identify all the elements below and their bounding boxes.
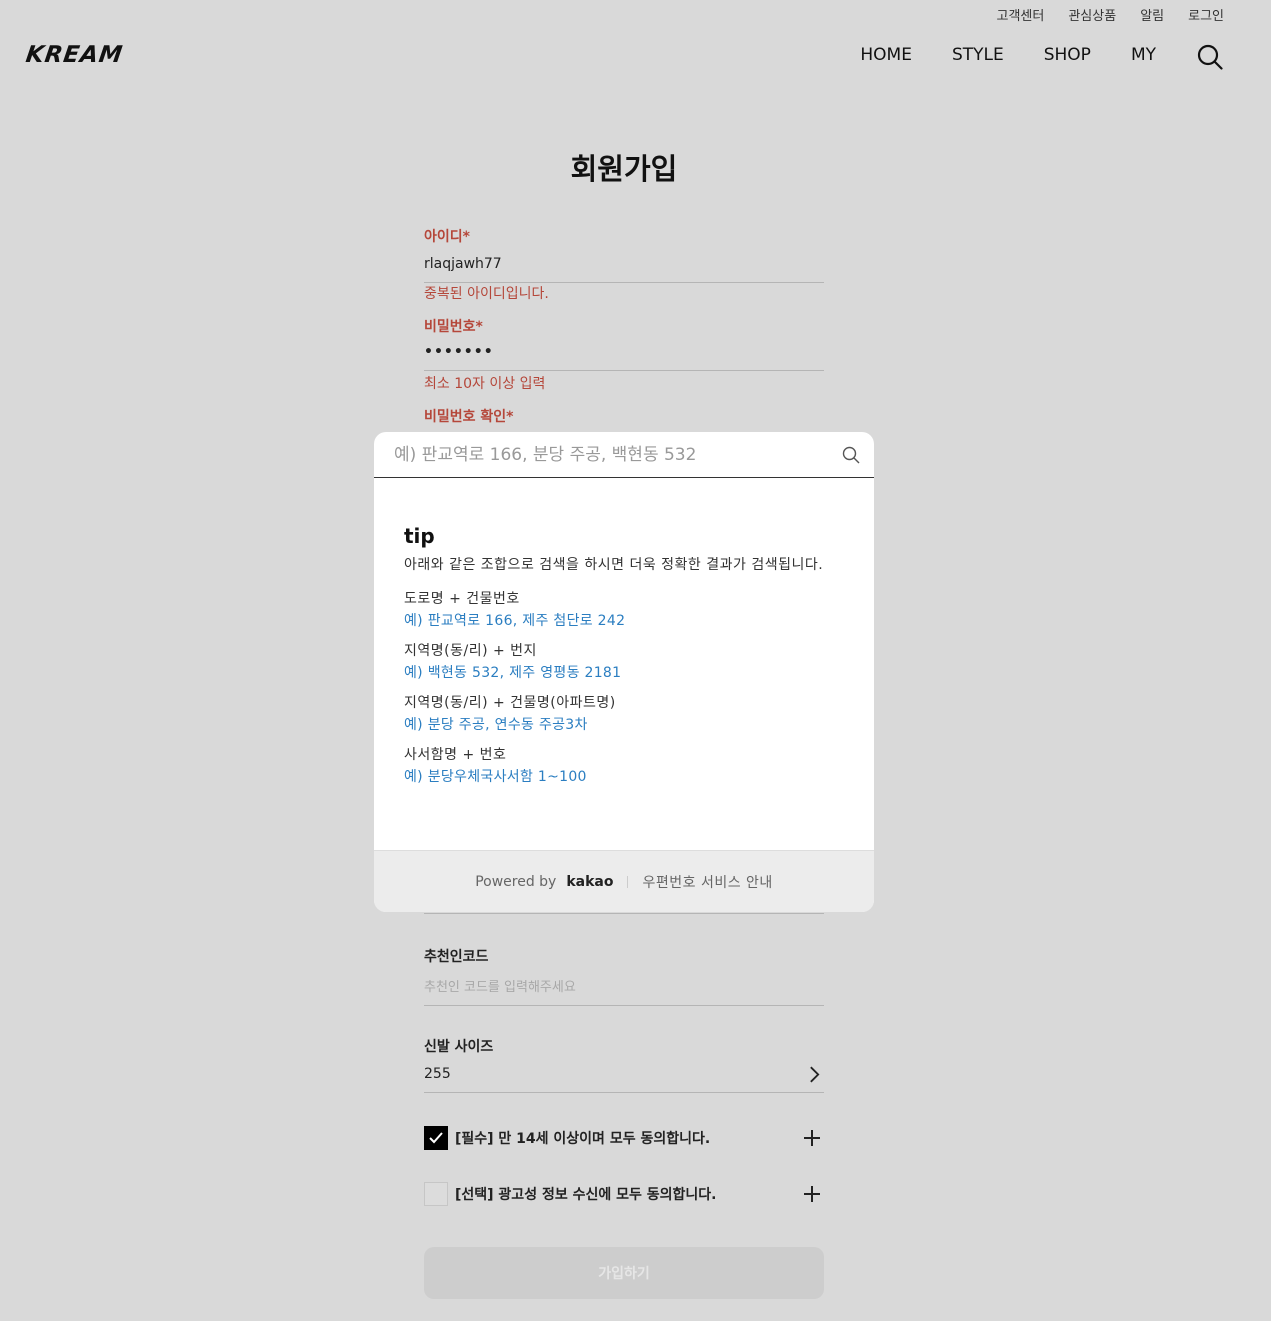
referral-input[interactable]: 추천인 코드를 입력해주세요 bbox=[424, 976, 824, 1006]
tip-example: 예) 판교역로 166, 제주 첨단로 242 bbox=[404, 613, 626, 629]
postcode-popup: tip 아래와 같은 조합으로 검색을 하시면 더욱 정확한 결과가 검색됩니다… bbox=[374, 432, 874, 912]
tip-heading: 지역명(동/리) + 건물명(아파트명) bbox=[404, 695, 616, 711]
kakao-logo[interactable]: kakao bbox=[566, 874, 613, 890]
top-link-notifications[interactable]: 알림 bbox=[1140, 5, 1164, 24]
plus-icon[interactable] bbox=[804, 1130, 820, 1146]
top-link-customer-center[interactable]: 고객센터 bbox=[997, 5, 1045, 24]
nav-shop[interactable]: SHOP bbox=[1044, 45, 1091, 65]
postcode-search-input[interactable] bbox=[394, 444, 824, 465]
tip-example: 예) 분당 주공, 연수동 주공3차 bbox=[404, 717, 588, 733]
logo[interactable]: KREAM bbox=[24, 42, 125, 68]
id-label: 아이디* bbox=[424, 229, 470, 245]
nav-home[interactable]: HOME bbox=[860, 45, 912, 65]
search-icon[interactable] bbox=[1197, 44, 1223, 70]
tip-heading: 사서함명 + 번호 bbox=[404, 747, 507, 763]
agree-optional-row: [선택] 광고성 정보 수신에 모두 동의합니다. bbox=[424, 1182, 824, 1206]
top-link-login[interactable]: 로그인 bbox=[1188, 5, 1224, 24]
password-confirm-label: 비밀번호 확인* bbox=[424, 409, 514, 425]
tip-example: 예) 분당우체국사서함 1~100 bbox=[404, 769, 587, 785]
top-link-wishlist[interactable]: 관심상품 bbox=[1068, 5, 1116, 24]
tip-title: tip bbox=[404, 524, 435, 548]
tip-example: 예) 백현동 532, 제주 영평동 2181 bbox=[404, 665, 622, 681]
postcode-service-link[interactable]: 우편번호 서비스 안내 bbox=[642, 872, 772, 892]
popup-footer: Powered by kakao 우편번호 서비스 안내 bbox=[374, 850, 874, 912]
top-links: 고객센터 관심상품 알림 로그인 bbox=[997, 5, 1225, 24]
tip-item: 지역명(동/리) + 건물명(아파트명) 예) 분당 주공, 연수동 주공3차 bbox=[404, 692, 844, 736]
chevron-right-icon bbox=[810, 1066, 820, 1083]
search-icon[interactable] bbox=[842, 446, 860, 464]
main-nav: HOME STYLE SHOP MY bbox=[860, 45, 1156, 65]
nav-my[interactable]: MY bbox=[1131, 45, 1156, 65]
agree-optional-label[interactable]: [선택] 광고성 정보 수신에 모두 동의합니다. bbox=[455, 1184, 716, 1204]
password-label: 비밀번호* bbox=[424, 319, 483, 335]
tip-heading: 도로명 + 건물번호 bbox=[404, 591, 520, 607]
tip-heading: 지역명(동/리) + 번지 bbox=[404, 643, 537, 659]
agree-optional-checkbox[interactable] bbox=[424, 1182, 448, 1206]
nav-style[interactable]: STYLE bbox=[952, 45, 1004, 65]
tip-section: tip 아래와 같은 조합으로 검색을 하시면 더욱 정확한 결과가 검색됩니다… bbox=[374, 478, 874, 788]
shoe-size-select[interactable]: 255 bbox=[424, 1066, 824, 1093]
signup-button[interactable]: 가입하기 bbox=[424, 1247, 824, 1299]
password-field[interactable]: ••••••• bbox=[424, 344, 824, 371]
powered-by-text: Powered by bbox=[475, 873, 557, 890]
tip-description: 아래와 같은 조합으로 검색을 하시면 더욱 정확한 결과가 검색됩니다. bbox=[404, 557, 824, 573]
tip-item: 지역명(동/리) + 번지 예) 백현동 532, 제주 영평동 2181 bbox=[404, 640, 844, 684]
tip-item: 사서함명 + 번호 예) 분당우체국사서함 1~100 bbox=[404, 744, 844, 788]
referral-label: 추천인코드 bbox=[424, 949, 489, 965]
shoe-size-value: 255 bbox=[424, 1066, 451, 1082]
agree-required-checkbox[interactable] bbox=[424, 1126, 448, 1150]
postcode-search-bar bbox=[374, 432, 874, 478]
password-error-message: 최소 10자 이상 입력 bbox=[424, 376, 546, 392]
agree-required-label[interactable]: [필수] 만 14세 이상이며 모두 동의합니다. bbox=[455, 1128, 710, 1148]
tip-item: 도로명 + 건물번호 예) 판교역로 166, 제주 첨단로 242 bbox=[404, 588, 844, 632]
shoe-size-label: 신발 사이즈 bbox=[424, 1039, 494, 1055]
agree-required-row: [필수] 만 14세 이상이며 모두 동의합니다. bbox=[424, 1126, 824, 1150]
id-error-message: 중복된 아이디입니다. bbox=[424, 286, 549, 302]
page-title: 회원가입 bbox=[570, 152, 678, 186]
divider bbox=[627, 875, 629, 888]
check-icon bbox=[429, 1132, 443, 1144]
plus-icon[interactable] bbox=[804, 1186, 820, 1202]
id-field[interactable]: rlaqjawh77 bbox=[424, 256, 824, 283]
